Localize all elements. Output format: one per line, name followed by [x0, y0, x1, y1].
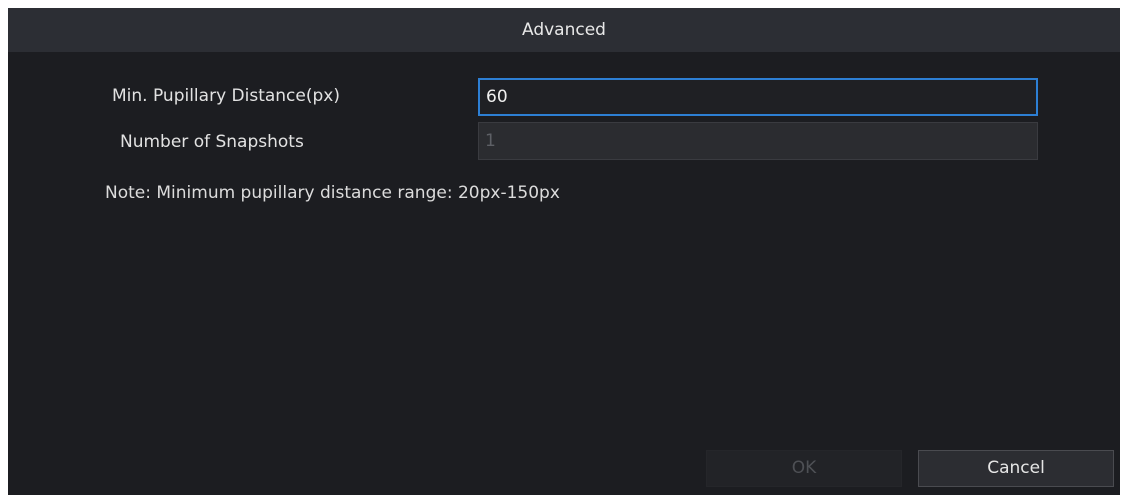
pupillary-distance-input[interactable]: 60	[478, 78, 1038, 116]
range-note: Note: Minimum pupillary distance range: …	[105, 183, 560, 203]
cancel-button[interactable]: Cancel	[918, 450, 1114, 487]
advanced-dialog: Advanced Min. Pupillary Distance(px) 60 …	[8, 8, 1120, 495]
ok-button[interactable]: OK	[706, 450, 902, 487]
snapshots-label: Number of Snapshots	[120, 132, 304, 152]
snapshots-input: 1	[478, 122, 1038, 160]
pupillary-distance-label: Min. Pupillary Distance(px)	[112, 86, 340, 106]
dialog-title: Advanced	[8, 8, 1120, 52]
